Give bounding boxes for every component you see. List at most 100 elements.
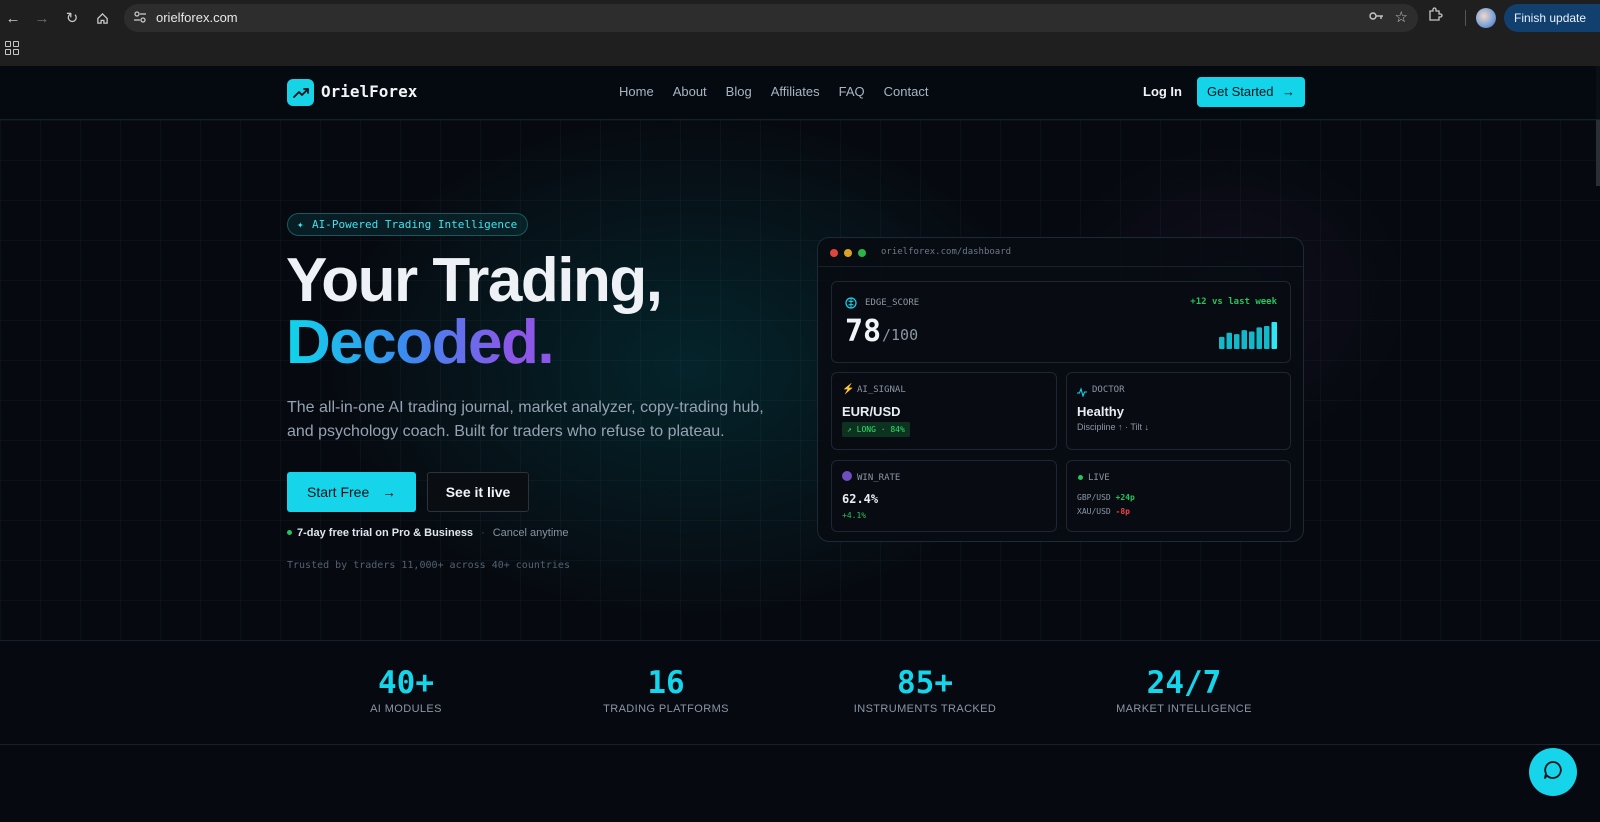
lightning-icon: ⚡ (842, 384, 855, 395)
start-free-button[interactable]: Start Free → (287, 472, 416, 512)
get-started-button[interactable]: Get Started → (1197, 77, 1305, 107)
stat-value: 85+ (897, 665, 953, 701)
arrow-right-icon: → (1282, 84, 1295, 99)
chat-bubble-icon (1542, 759, 1564, 786)
edge-score-bar (1271, 322, 1277, 349)
stats-bar: 40+ AI MODULES 16 TRADING PLATFORMS 85+ … (0, 640, 1600, 745)
toolbar-divider (1465, 10, 1466, 26)
chat-button[interactable] (1529, 748, 1577, 796)
edge-score-bar (1226, 332, 1232, 349)
logo-icon[interactable] (287, 79, 314, 106)
login-link[interactable]: Log In (1143, 84, 1182, 99)
browser-chrome: ← → ↻ orielforex.com ☆ Finish update (0, 0, 1600, 66)
win-rate-value: 62.4% (842, 492, 879, 506)
dashboard-preview: orielforex.com/dashboard EDGE_SCORE +12 … (817, 237, 1304, 542)
get-started-label: Get Started (1207, 84, 1274, 99)
nav-link-about[interactable]: About (673, 84, 707, 99)
url-text[interactable]: orielforex.com (156, 10, 238, 25)
stat-label: INSTRUMENTS TRACKED (853, 703, 997, 715)
see-it-live-button[interactable]: See it live (427, 472, 529, 512)
live-pair: XAU/USD (1077, 507, 1111, 516)
nav-link-affiliates[interactable]: Affiliates (771, 84, 820, 99)
cancel-text: Cancel anytime (492, 527, 569, 539)
minimize-light-icon (844, 249, 852, 257)
home-icon[interactable] (90, 6, 114, 30)
maximize-light-icon (858, 249, 866, 257)
close-light-icon (830, 249, 838, 257)
live-row: GBP/USD +24p (1077, 493, 1135, 502)
edge-score-bar (1264, 326, 1270, 349)
pulse-icon (1077, 384, 1087, 402)
edge-score-delta: +12 vs last week (1190, 297, 1277, 307)
start-free-label: Start Free (307, 484, 370, 500)
finish-update-button[interactable]: Finish update (1504, 4, 1600, 32)
win-rate-label: WIN_RATE (857, 473, 901, 483)
password-key-icon[interactable] (1368, 9, 1384, 26)
stat-value: 40+ (378, 665, 434, 701)
ai-signal-panel: ⚡ AI_SIGNAL EUR/USD ↗ LONG · 84% (831, 372, 1057, 450)
extensions-icon[interactable] (1428, 7, 1443, 26)
doctor-detail: Discipline ↑ · Tilt ↓ (1077, 422, 1150, 432)
trusted-note: Trusted by traders 11,000+ across 40+ co… (287, 560, 570, 571)
arrow-right-icon: → (382, 484, 396, 500)
live-dot-icon (1078, 475, 1083, 480)
site-settings-icon[interactable] (132, 10, 148, 26)
ai-signal-label: AI_SIGNAL (857, 385, 906, 395)
edge-score-bar (1256, 327, 1262, 349)
live-pair: GBP/USD (1077, 493, 1111, 502)
ai-signal-pair: EUR/USD (842, 404, 901, 419)
status-dot-icon (287, 530, 292, 535)
hero-title-line2: Decoded. (286, 308, 555, 377)
stat-value: 24/7 (1146, 665, 1222, 701)
stat-market-intelligence: 24/7 MARKET INTELLIGENCE (1084, 665, 1284, 715)
nav-link-contact[interactable]: Contact (884, 84, 929, 99)
edge-score-panel: EDGE_SCORE +12 vs last week 78 /100 (831, 281, 1291, 363)
edge-score-bar (1234, 334, 1240, 349)
bookmark-star-icon[interactable]: ☆ (1395, 8, 1408, 26)
nav-link-home[interactable]: Home (619, 84, 654, 99)
back-icon[interactable]: ← (1, 6, 25, 30)
hero-description: The all-in-one AI trading journal, marke… (287, 399, 764, 440)
nav-link-blog[interactable]: Blog (726, 84, 752, 99)
ai-signal-badge: ↗ LONG · 84% (842, 422, 910, 437)
edge-score-label: EDGE_SCORE (865, 298, 920, 308)
address-bar[interactable]: orielforex.com ☆ (124, 4, 1418, 32)
stat-label: TRADING PLATFORMS (603, 703, 729, 715)
stat-label: MARKET INTELLIGENCE (1116, 703, 1252, 715)
edge-score-sparkbars (1219, 322, 1277, 349)
edge-score-bar (1241, 330, 1247, 349)
doctor-panel: DOCTOR Healthy Discipline ↑ · Tilt ↓ (1066, 372, 1291, 450)
forward-icon[interactable]: → (30, 6, 54, 30)
brain-icon (845, 296, 857, 314)
dashboard-url: orielforex.com/dashboard (881, 247, 1012, 257)
stat-trading-platforms: 16 TRADING PLATFORMS (566, 665, 766, 715)
page: OrielForex Home About Blog Affiliates FA… (0, 66, 1600, 822)
apps-grid-icon[interactable] (5, 41, 19, 55)
reload-icon[interactable]: ↻ (60, 6, 84, 30)
trend-up-icon: ↗ (847, 425, 857, 434)
nav-link-faq[interactable]: FAQ (839, 84, 865, 99)
main-nav: Home About Blog Affiliates FAQ Contact (619, 84, 947, 99)
trial-text: 7-day free trial on Pro & Business (297, 527, 474, 539)
win-rate-panel: WIN_RATE 62.4% +4.1% (831, 460, 1057, 532)
brand-name[interactable]: OrielForex (321, 82, 417, 101)
edge-score-max: /100 (882, 326, 919, 344)
sparkle-icon: ✦ (297, 218, 304, 231)
grid-background (0, 120, 1600, 640)
live-move: +24p (1115, 493, 1135, 502)
dashboard-titlebar: orielforex.com/dashboard (818, 238, 1303, 267)
stat-ai-modules: 40+ AI MODULES (306, 665, 506, 715)
site-header: OrielForex Home About Blog Affiliates FA… (0, 66, 1600, 120)
stat-label: AI MODULES (370, 703, 442, 715)
stat-instruments-tracked: 85+ INSTRUMENTS TRACKED (825, 665, 1025, 715)
trial-note: 7-day free trial on Pro & Business · Cance… (287, 527, 569, 539)
edge-score-bar (1219, 336, 1225, 349)
hero-badge-text: AI-Powered Trading Intelligence (312, 218, 518, 231)
target-icon (842, 471, 852, 481)
edge-score-value: 78 (845, 314, 882, 349)
profile-avatar[interactable] (1476, 8, 1496, 28)
live-row: XAU/USD -8p (1077, 507, 1130, 516)
hero-badge: ✦ AI-Powered Trading Intelligence (287, 213, 529, 236)
doctor-label: DOCTOR (1092, 385, 1125, 395)
edge-score-bar (1249, 331, 1255, 349)
